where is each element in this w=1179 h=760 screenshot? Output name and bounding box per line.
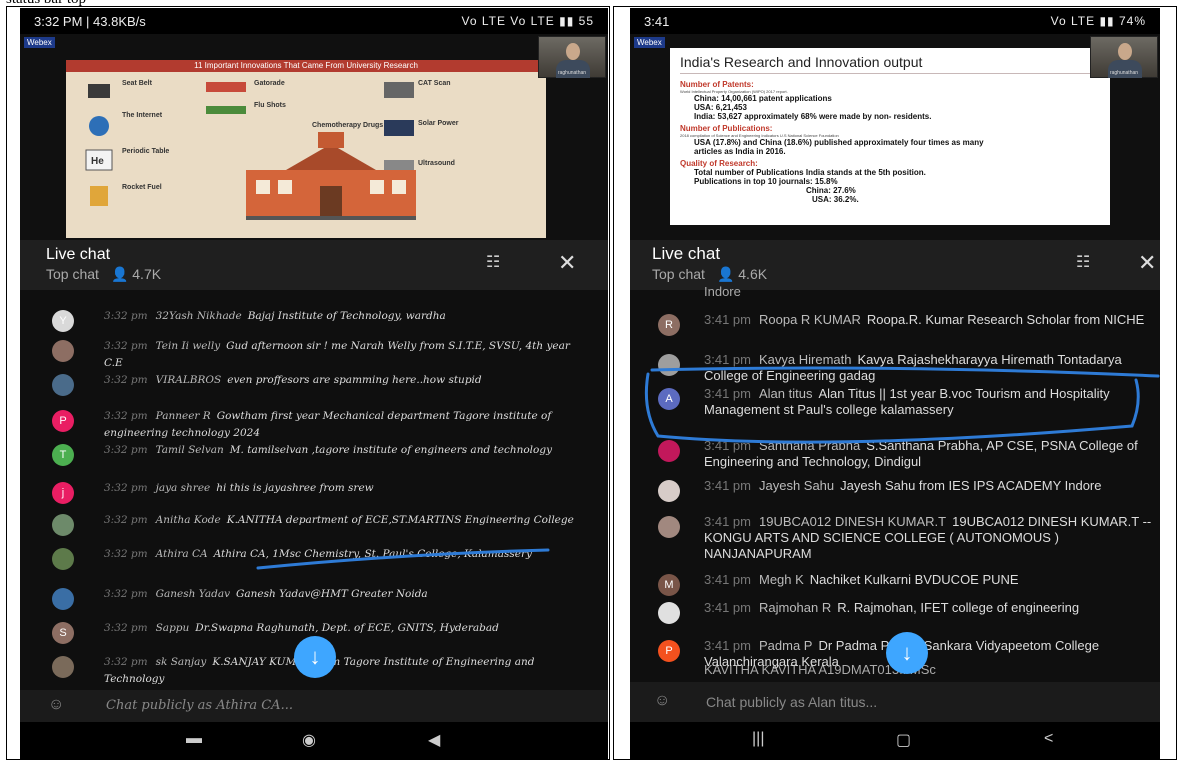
circle-annotation [644,366,1160,444]
underline-annotation [256,548,550,570]
left-phone-screen: 3:32 PM | 43.8KB/s Vo LTE Vo LTE ▮▮ 55 W… [20,8,608,760]
right-phone-screen: 3:41 Vo LTE ▮▮ 74% Webex India's Researc… [630,8,1160,760]
